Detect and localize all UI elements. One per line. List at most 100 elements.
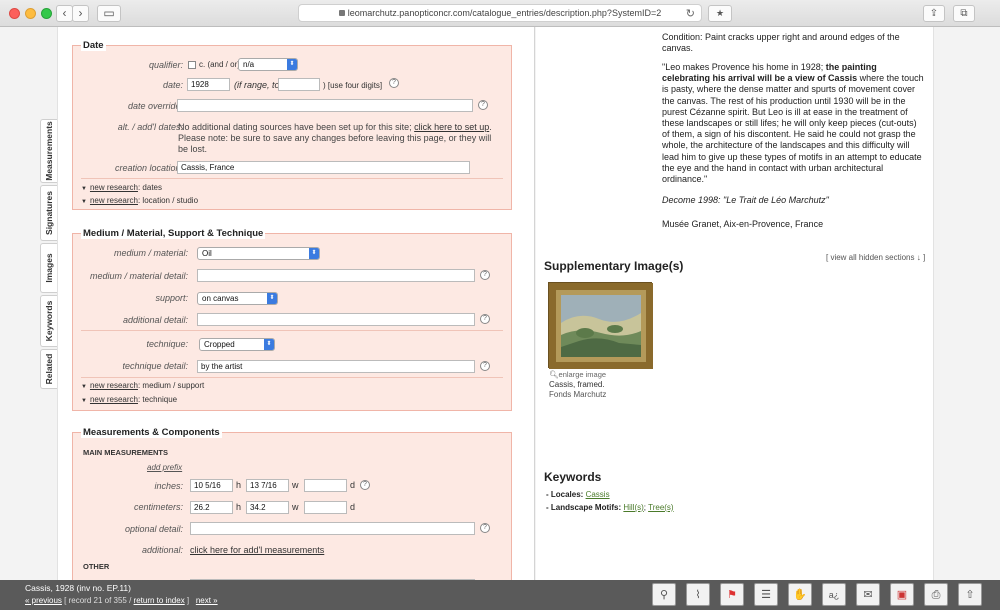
optional-detail-label: optional detail: bbox=[124, 524, 183, 534]
back-button[interactable]: ‹ bbox=[56, 5, 73, 22]
paperclip-icon[interactable]: ⌇ bbox=[686, 583, 710, 606]
close-window-button[interactable] bbox=[9, 8, 20, 19]
inches-width-input[interactable]: 13 7/16 bbox=[246, 479, 289, 492]
minimize-window-button[interactable] bbox=[25, 8, 36, 19]
new-research-technique[interactable]: ▼ new research: technique bbox=[81, 395, 177, 404]
inches-depth-input[interactable] bbox=[304, 479, 347, 492]
add-prefix-link[interactable]: add prefix bbox=[147, 463, 182, 472]
return-to-index-link[interactable]: return to index bbox=[134, 596, 185, 605]
measurements-section: Measurements & Components MAIN MEASUREME… bbox=[72, 427, 512, 592]
scroll-top-icon[interactable]: ⇧ bbox=[958, 583, 982, 606]
save-icon[interactable]: ▣ bbox=[890, 583, 914, 606]
condition-text: Condition: Paint cracks upper right and … bbox=[662, 32, 900, 54]
notes-icon[interactable]: ☰ bbox=[754, 583, 778, 606]
tab-label: Images bbox=[44, 253, 54, 283]
help-icon[interactable]: ? bbox=[480, 314, 490, 324]
link-icon[interactable]: ⚲ bbox=[652, 583, 676, 606]
new-research-link[interactable]: new research bbox=[90, 183, 138, 192]
keyword-link[interactable]: Hill(s) bbox=[623, 503, 643, 512]
set-up-dating-link[interactable]: click here to set up bbox=[414, 122, 489, 132]
new-research-text: : medium / support bbox=[137, 381, 205, 390]
centimeters-label: centimeters: bbox=[133, 502, 183, 512]
medium-section: Medium / Material, Support & Technique m… bbox=[72, 228, 512, 411]
new-research-dates[interactable]: ▼ new research: dates bbox=[81, 183, 162, 192]
share-icon[interactable]: ⇪ bbox=[923, 5, 945, 22]
tab-signatures[interactable]: Signatures bbox=[40, 185, 57, 241]
reload-icon[interactable]: ↻ bbox=[686, 6, 695, 23]
technique-detail-input[interactable]: by the artist bbox=[197, 360, 475, 373]
cm-height-input[interactable]: 26.2 bbox=[190, 501, 233, 514]
flag-icon[interactable]: ⚑ bbox=[720, 583, 744, 606]
date-range-input[interactable] bbox=[278, 78, 320, 91]
help-icon[interactable]: ? bbox=[480, 523, 490, 533]
width-unit: w bbox=[292, 502, 299, 512]
keyword-link[interactable]: Cassis bbox=[586, 490, 610, 499]
new-research-link[interactable]: new research bbox=[90, 196, 138, 205]
additional-detail-input[interactable] bbox=[197, 313, 475, 326]
print-icon[interactable]: ⎙ bbox=[924, 583, 948, 606]
address-bar[interactable]: leomarchutz.panopticoncr.com/catalogue_e… bbox=[298, 4, 702, 22]
medium-material-select[interactable]: Oil ⬍ bbox=[197, 247, 320, 260]
keyword-label: - Landscape Motifs: bbox=[546, 503, 622, 512]
supplementary-image[interactable] bbox=[548, 282, 653, 369]
supplementary-images-title: Supplementary Image(s) bbox=[544, 259, 684, 273]
select-value: Oil bbox=[202, 249, 212, 258]
chevron-down-icon: ⬍ bbox=[309, 248, 319, 259]
previous-link[interactable]: « previous bbox=[25, 596, 62, 605]
enlarge-image-link[interactable]: 🔍︎enlarge image bbox=[549, 370, 606, 379]
qualifier-checkbox[interactable] bbox=[188, 61, 196, 69]
section-title: Measurements & Components bbox=[81, 427, 222, 438]
keyword-link[interactable]: Tree(s) bbox=[648, 503, 673, 512]
zoom-window-button[interactable] bbox=[41, 8, 52, 19]
tabs-overview-icon[interactable]: ⧉ bbox=[953, 5, 975, 22]
qualifier-select[interactable]: n/a ⬍ bbox=[238, 58, 298, 71]
date-input[interactable]: 1928 bbox=[187, 78, 230, 91]
range-text: (if range, to: bbox=[234, 80, 283, 90]
forward-button[interactable]: › bbox=[72, 5, 89, 22]
keyword-label: - Locales: bbox=[546, 490, 584, 499]
enlarge-text: enlarge image bbox=[558, 370, 607, 379]
medium-detail-label: medium / material detail: bbox=[89, 271, 188, 281]
new-research-link[interactable]: new research bbox=[90, 381, 138, 390]
sidebar-toggle-icon[interactable]: ▭ bbox=[97, 5, 121, 22]
tab-keywords[interactable]: Keywords bbox=[40, 295, 57, 347]
alt-dates-label: alt. / add'l dates: bbox=[117, 122, 183, 132]
creation-location-label: creation location: bbox=[114, 163, 183, 173]
technique-select[interactable]: Cropped ⬍ bbox=[199, 338, 275, 351]
date-override-input[interactable] bbox=[177, 99, 473, 112]
cm-width-input[interactable]: 34.2 bbox=[246, 501, 289, 514]
inches-height-input[interactable]: 10 5/16 bbox=[190, 479, 233, 492]
new-research-medium[interactable]: ▼ new research: medium / support bbox=[81, 381, 204, 390]
help-icon[interactable]: ? bbox=[480, 361, 490, 371]
select-value: n/a bbox=[243, 60, 255, 69]
optional-detail-input[interactable] bbox=[190, 522, 475, 535]
support-select[interactable]: on canvas ⬍ bbox=[197, 292, 278, 305]
help-icon[interactable]: ? bbox=[480, 270, 490, 280]
tab-measurements[interactable]: Measurements bbox=[40, 119, 57, 183]
cm-depth-input[interactable] bbox=[304, 501, 347, 514]
addl-measurements-link[interactable]: click here for add'l measurements bbox=[190, 545, 324, 555]
hand-icon[interactable]: ✋ bbox=[788, 583, 812, 606]
new-research-location[interactable]: ▼ new research: location / studio bbox=[81, 196, 198, 205]
tab-related[interactable]: Related bbox=[40, 349, 57, 389]
tab-images[interactable]: Images bbox=[40, 243, 57, 293]
medium-material-label: medium / material: bbox=[113, 248, 188, 258]
keywords-title: Keywords bbox=[544, 470, 602, 484]
triangle-down-icon: ▼ bbox=[81, 199, 87, 205]
next-link[interactable]: next » bbox=[196, 596, 218, 605]
envelope-icon[interactable]: ✉ bbox=[856, 583, 880, 606]
date-label: date: bbox=[162, 80, 183, 90]
spellcheck-icon[interactable]: a¿ bbox=[822, 583, 846, 606]
new-research-link[interactable]: new research bbox=[90, 395, 138, 404]
four-digits-note: ) [use four digits] bbox=[323, 81, 383, 90]
view-hidden-sections-link[interactable]: [ view all hidden sections ↓ ] bbox=[826, 253, 925, 262]
bookmark-icon[interactable]: ★ bbox=[708, 5, 732, 22]
section-title: Date bbox=[81, 40, 106, 51]
creation-location-input[interactable]: Cassis, France bbox=[177, 161, 470, 174]
technique-label: technique: bbox=[146, 339, 188, 349]
help-icon[interactable]: ? bbox=[360, 480, 370, 490]
support-label: support: bbox=[155, 293, 188, 303]
medium-detail-input[interactable] bbox=[197, 269, 475, 282]
help-icon[interactable]: ? bbox=[478, 100, 488, 110]
help-icon[interactable]: ? bbox=[389, 78, 399, 88]
